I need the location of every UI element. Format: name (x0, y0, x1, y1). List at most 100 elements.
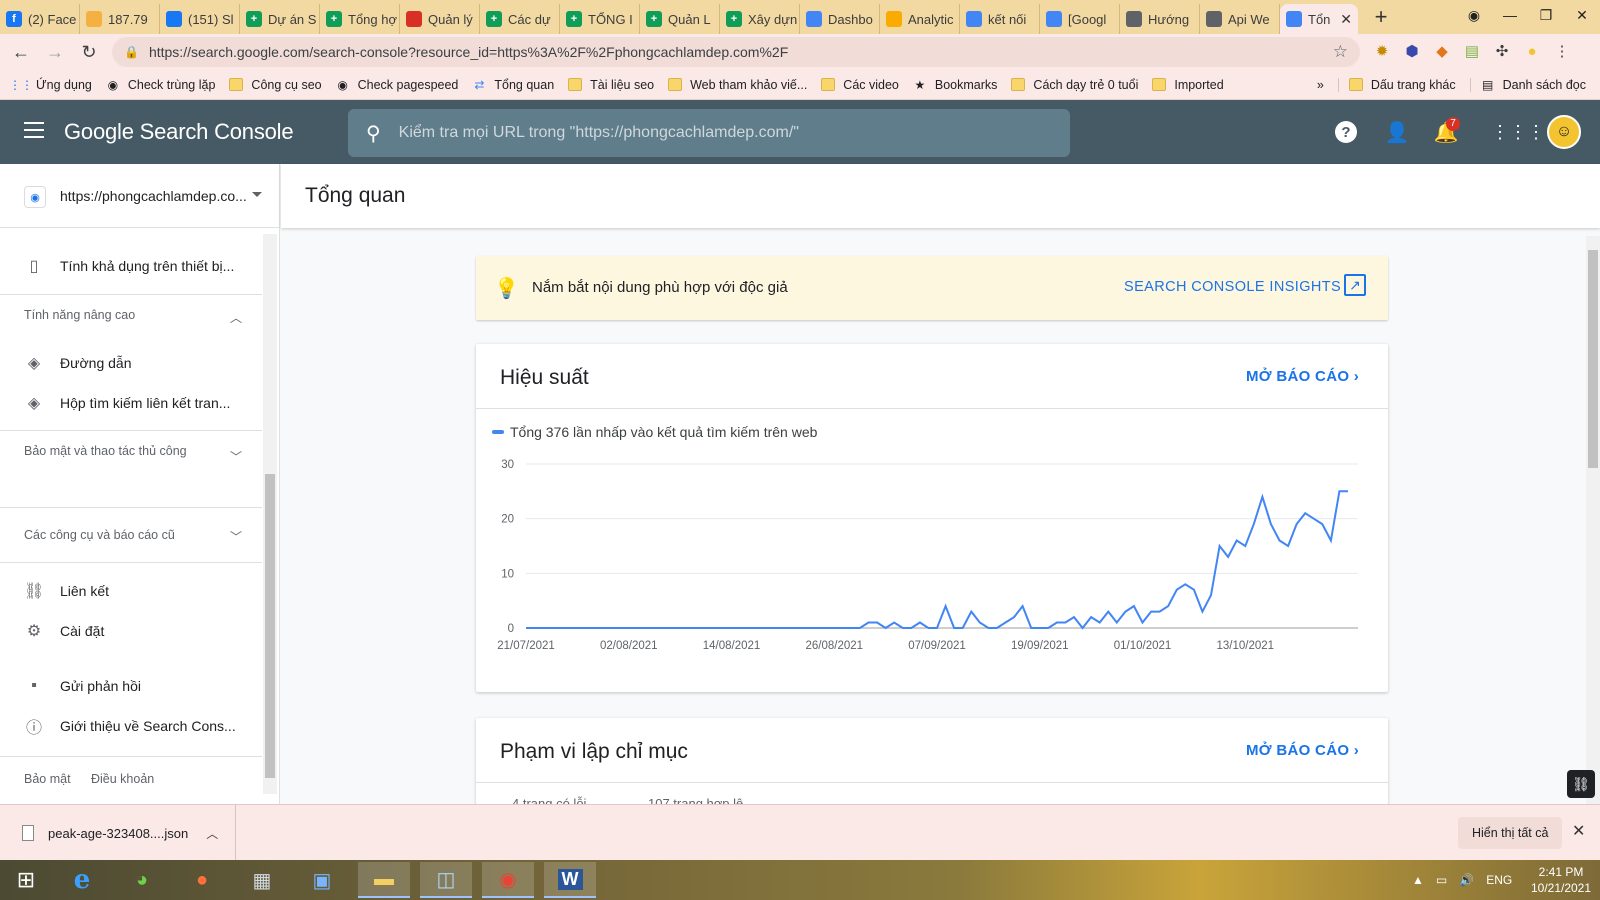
browser-tab[interactable]: 187.79 (80, 4, 160, 34)
clock[interactable]: 2:41 PM 10/21/2021 (1526, 864, 1596, 896)
browser-tab[interactable]: + Các dự (480, 4, 560, 34)
browser-tab[interactable]: + Quản L (640, 4, 720, 34)
sidebar-item-sitelinks-searchbox[interactable]: ◈ Hộp tìm kiếm liên kết tran... (0, 383, 262, 423)
restore-button[interactable]: ❐ (1528, 7, 1564, 24)
browser-tab[interactable]: + Dự án S (240, 4, 320, 34)
bookmark-item[interactable]: ▤ Danh sách đọc (1469, 77, 1586, 92)
calculator-icon[interactable]: ▦ (236, 862, 288, 898)
download-item[interactable]: peak-age-323408....json ︿ (0, 805, 236, 861)
browser-tab[interactable]: Api We (1200, 4, 1280, 34)
sidebar-item-feedback[interactable]: ▪ Gửi phản hồi (0, 666, 262, 706)
chrome-menu-icon[interactable]: ⋮ (1550, 39, 1574, 63)
browser-tab[interactable]: [Googl (1040, 4, 1120, 34)
account-avatar[interactable]: ☺ (1547, 115, 1581, 149)
bookmark-item[interactable]: Dấu trang khác (1337, 77, 1456, 92)
privacy-link[interactable]: Bảo mật (24, 772, 71, 786)
firefox-icon[interactable]: ● (176, 862, 228, 898)
tab-active[interactable]: Tổn ✕ (1280, 4, 1358, 34)
bookmark-item[interactable]: Công cụ seo (229, 78, 322, 92)
profile-avatar-icon[interactable]: ● (1520, 39, 1544, 63)
windows-start-icon[interactable]: ⊞ (0, 862, 52, 898)
bookmark-item[interactable]: ⇄ Tổng quan (472, 78, 554, 92)
extension-gear-icon[interactable]: ✹ (1370, 39, 1394, 63)
open-external-icon[interactable]: ↗ (1344, 274, 1366, 296)
extension-hex-icon[interactable]: ⬢ (1400, 39, 1424, 63)
url-inspection-search[interactable]: ⚲ (348, 109, 1070, 157)
network-icon[interactable]: ▭ (1436, 873, 1447, 887)
browser-tab[interactable]: kết nối (960, 4, 1040, 34)
hamburger-menu-icon[interactable] (24, 122, 44, 138)
browser-tab[interactable]: f (2) Face (0, 4, 80, 34)
browser-tab[interactable]: Quản lý (400, 4, 480, 34)
close-tab-icon[interactable]: ✕ (1340, 11, 1352, 28)
address-bar[interactable]: 🔒 https://search.google.com/search-conso… (112, 37, 1360, 67)
bookmark-item[interactable]: Tài liệu seo (568, 78, 654, 92)
chrome-icon[interactable]: ◉ (482, 862, 534, 898)
performance-chart[interactable]: 0 10 20 30 21/07/2021 02/08/2021 14/08/2021 26/… (476, 444, 1388, 684)
browser-tab[interactable]: + TỔNG I (560, 4, 640, 34)
open-performance-report-link[interactable]: MỞ BÁO CÁO › (1246, 368, 1359, 385)
bookmark-item[interactable]: Web tham khảo viế... (668, 78, 807, 92)
chevron-down-icon[interactable]: ﹀ (230, 448, 242, 465)
bookmark-item[interactable]: ★ Bookmarks (913, 78, 998, 92)
coccoc-browser-icon[interactable]: ◕ (116, 862, 168, 898)
extensions-puzzle-icon[interactable]: ✣ (1490, 39, 1514, 63)
sidebar-item-about[interactable]: ⓘ Giới thiệu về Search Cons... (0, 706, 262, 746)
sidebar-item-breadcrumbs[interactable]: ◈ Đường dẫn (0, 343, 262, 383)
internet-explorer-icon[interactable]: e (56, 862, 108, 898)
sidebar-scroll-thumb[interactable] (265, 474, 275, 778)
sidebar-item-mobile-usability[interactable]: ▯ Tính khả dụng trên thiết bị... (0, 246, 262, 286)
main-scroll-thumb[interactable] (1588, 250, 1598, 468)
sidebar-item-links[interactable]: ⛓ Liên kết (0, 571, 262, 611)
reload-button[interactable]: ↻ (74, 37, 104, 67)
chart-legend[interactable]: Tổng 376 lần nhấp vào kết quả tìm kiếm t… (492, 424, 817, 440)
help-icon[interactable]: ? (1335, 121, 1357, 143)
browser-tab[interactable]: + Xây dựn (720, 4, 800, 34)
browser-tab[interactable]: Dashbo (800, 4, 880, 34)
search-console-insights-link[interactable]: SEARCH CONSOLE INSIGHTS (1124, 279, 1341, 295)
browser-tab[interactable]: + Tổng hợ (320, 4, 400, 34)
user-settings-icon[interactable]: 👤 (1384, 119, 1410, 145)
extension-note-icon[interactable]: ▤ (1460, 39, 1484, 63)
new-tab-button[interactable]: + (1366, 2, 1396, 32)
gsc-logo[interactable]: Google Search Console (64, 119, 294, 145)
close-icon[interactable]: ✕ (1572, 821, 1585, 841)
chevron-up-icon[interactable]: ︿ (230, 309, 242, 326)
notepad-icon[interactable]: ◫ (420, 862, 472, 898)
more-bookmarks-chevron-icon[interactable]: » (1317, 78, 1324, 92)
browser-tab[interactable]: Analytic (880, 4, 960, 34)
close-window-button[interactable]: ✕ (1564, 7, 1600, 24)
file-explorer-icon[interactable]: ▬ (358, 862, 410, 898)
word-icon[interactable]: W (544, 862, 596, 898)
bookmark-item[interactable]: ⋮⋮ Ứng dụng (9, 78, 92, 92)
bookmark-item[interactable]: Cách dạy trẻ 0 tuổi (1011, 78, 1138, 92)
url-inspection-input[interactable] (398, 124, 999, 142)
bookmark-item[interactable]: Các video (821, 78, 899, 92)
series-line-clicks[interactable] (526, 490, 1348, 630)
property-selector[interactable]: ◉ https://phongcachlamdep.co... (0, 164, 280, 228)
language-indicator[interactable]: ENG (1486, 873, 1512, 887)
forward-button[interactable]: → (40, 37, 70, 67)
browser-tab[interactable]: Hướng (1120, 4, 1200, 34)
main-scrollbar[interactable] (1586, 236, 1600, 804)
chevron-down-icon[interactable]: ﹀ (230, 528, 242, 545)
section-legacy[interactable]: Các công cụ và báo cáo cũ (24, 525, 214, 545)
browser-tab[interactable]: (151) Sl (160, 4, 240, 34)
sidebar-scrollbar[interactable] (263, 234, 277, 794)
show-all-downloads-button[interactable]: Hiển thị tất cả (1458, 817, 1563, 849)
open-index-report-link[interactable]: MỞ BÁO CÁO › (1246, 742, 1359, 759)
terms-link[interactable]: Điều khoản (91, 772, 154, 786)
apps-grid-icon[interactable]: ⋮⋮⋮ (1491, 119, 1545, 145)
bookmark-star-icon[interactable]: ☆ (1333, 42, 1348, 62)
profile-menu-icon[interactable]: ◉ (1456, 7, 1492, 24)
section-security[interactable]: Bảo mật và thao tác thủ công (24, 441, 214, 461)
minimize-button[interactable]: — (1492, 7, 1528, 23)
back-button[interactable]: ← (6, 37, 36, 67)
chevron-up-icon[interactable]: ︿ (206, 825, 218, 842)
control-panel-icon[interactable]: ▣ (296, 862, 348, 898)
floating-link-icon[interactable]: ⛓ (1567, 770, 1595, 798)
bookmark-item[interactable]: ◉ Check pagespeed (336, 78, 458, 92)
sidebar-item-settings[interactable]: ⚙ Cài đặt (0, 611, 262, 651)
tray-arrow-icon[interactable]: ▲ (1412, 873, 1424, 887)
metamask-icon[interactable]: ◆ (1430, 39, 1454, 63)
